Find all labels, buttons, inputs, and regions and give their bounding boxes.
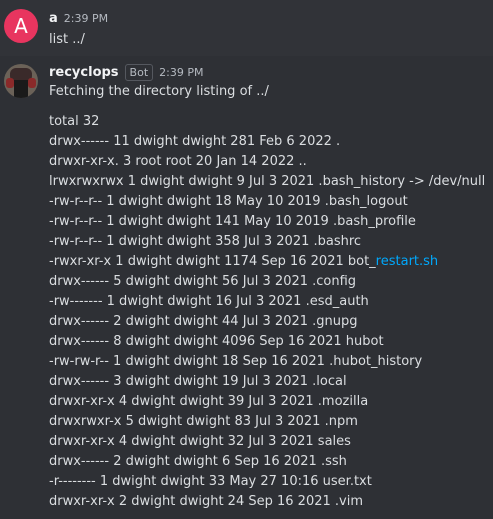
author-name[interactable]: recyclops xyxy=(49,65,119,80)
listing-line: drwxr-xr-x 2 dwight dwight 24 Sep 16 202… xyxy=(49,494,363,509)
message-text: list ../ xyxy=(49,32,85,47)
listing-line: drwxr-xr-x. 3 root root 20 Jan 14 2022 .… xyxy=(49,154,307,169)
bot-avatar[interactable] xyxy=(4,64,38,98)
user-avatar[interactable]: A xyxy=(4,9,38,43)
message-bot-recyclops: recyclops Bot 2:39 PM Fetching the direc… xyxy=(0,56,493,519)
avatar-image-part xyxy=(6,78,14,88)
bot-badge: Bot xyxy=(124,64,154,81)
listing-line: lrwxrwxrwx 1 dwight dwight 9 Jul 3 2021 … xyxy=(49,174,486,189)
timestamp: 2:39 PM xyxy=(159,66,204,79)
listing-line: drwx------ 2 dwight dwight 44 Jul 3 2021… xyxy=(49,314,358,329)
avatar-image-part xyxy=(28,78,36,88)
listing-line: drwxr-xr-x 4 dwight dwight 32 Jul 3 2021… xyxy=(49,434,351,449)
listing-line: drwxr-xr-x 4 dwight dwight 39 Jul 3 2021… xyxy=(49,394,369,409)
listing-line: -rw-r--r-- 1 dwight dwight 358 Jul 3 202… xyxy=(49,234,362,249)
avatar-image-part xyxy=(14,80,28,98)
listing-line: total 32 xyxy=(49,114,100,129)
listing-line: -r-------- 1 dwight dwight 33 May 27 10:… xyxy=(49,474,372,489)
message-user-a: A a 2:39 PM list ../ xyxy=(0,0,493,56)
listing-line: drwx------ 3 dwight dwight 19 Jul 3 2021… xyxy=(49,374,347,389)
listing-line: drwx------ 11 dwight dwight 281 Feb 6 20… xyxy=(49,134,341,149)
listing-line: -rw-r--r-- 1 dwight dwight 18 May 10 201… xyxy=(49,194,408,209)
listing-line: drwxrwxr-x 5 dwight dwight 83 Jul 3 2021… xyxy=(49,414,358,429)
listing-line-text: -rwxr-xr-x 1 dwight dwight 1174 Sep 16 2… xyxy=(49,254,376,269)
listing-line: -rw------- 1 dwight dwight 16 Jul 3 2021… xyxy=(49,294,369,309)
restart-sh-link[interactable]: restart.sh xyxy=(376,254,438,269)
directory-listing: total 32 drwx------ 11 dwight dwight 281… xyxy=(49,112,485,512)
message-header: recyclops Bot 2:39 PM xyxy=(49,64,203,81)
listing-line: -rw-rw-r-- 1 dwight dwight 18 Sep 16 202… xyxy=(49,354,423,369)
author-name[interactable]: a xyxy=(49,11,58,26)
timestamp: 2:39 PM xyxy=(63,12,109,25)
listing-line: drwx------ 5 dwight dwight 56 Jul 3 2021… xyxy=(49,274,357,289)
listing-line: drwx------ 2 dwight dwight 6 Sep 16 2021… xyxy=(49,454,347,469)
listing-line: -rwxr-xr-x 1 dwight dwight 1174 Sep 16 2… xyxy=(49,252,485,272)
listing-line: drwx------ 8 dwight dwight 4096 Sep 16 2… xyxy=(49,334,384,349)
listing-line: -rw-r--r-- 1 dwight dwight 141 May 10 20… xyxy=(49,214,416,229)
message-text: Fetching the directory listing of ../ xyxy=(49,84,269,99)
message-header: a 2:39 PM xyxy=(49,11,108,26)
